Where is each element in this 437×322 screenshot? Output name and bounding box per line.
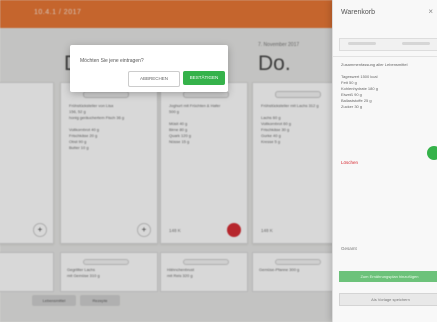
panel-summary: Zusammenfassung aller Lebensmittel Tages… xyxy=(341,62,408,109)
delete-link[interactable]: Löschen xyxy=(341,160,358,165)
tab-item[interactable] xyxy=(348,42,376,45)
confirm-button[interactable]: BESTÄTIGEN xyxy=(183,71,225,85)
save-template-button[interactable]: Als Vorlage speichern xyxy=(339,293,437,306)
close-icon[interactable]: × xyxy=(428,7,433,16)
add-to-plan-button[interactable]: Zum Ernährungsplan hinzufügen xyxy=(339,271,437,282)
dialog-question: Möchten Sie jene eintragen? xyxy=(80,58,144,64)
cart-panel: Warenkorb × Zusammenfassung aller Lebens… xyxy=(332,0,437,322)
confirm-dialog: Möchten Sie jene eintragen? ABBRECHEN BE… xyxy=(70,45,228,92)
tab-item[interactable] xyxy=(402,42,430,45)
panel-title: Warenkorb xyxy=(341,9,375,16)
cancel-button[interactable]: ABBRECHEN xyxy=(128,71,180,87)
panel-tabs xyxy=(339,38,437,51)
total-label: Gesamt xyxy=(341,246,357,251)
toggle-switch[interactable] xyxy=(427,146,437,160)
divider xyxy=(333,56,437,57)
